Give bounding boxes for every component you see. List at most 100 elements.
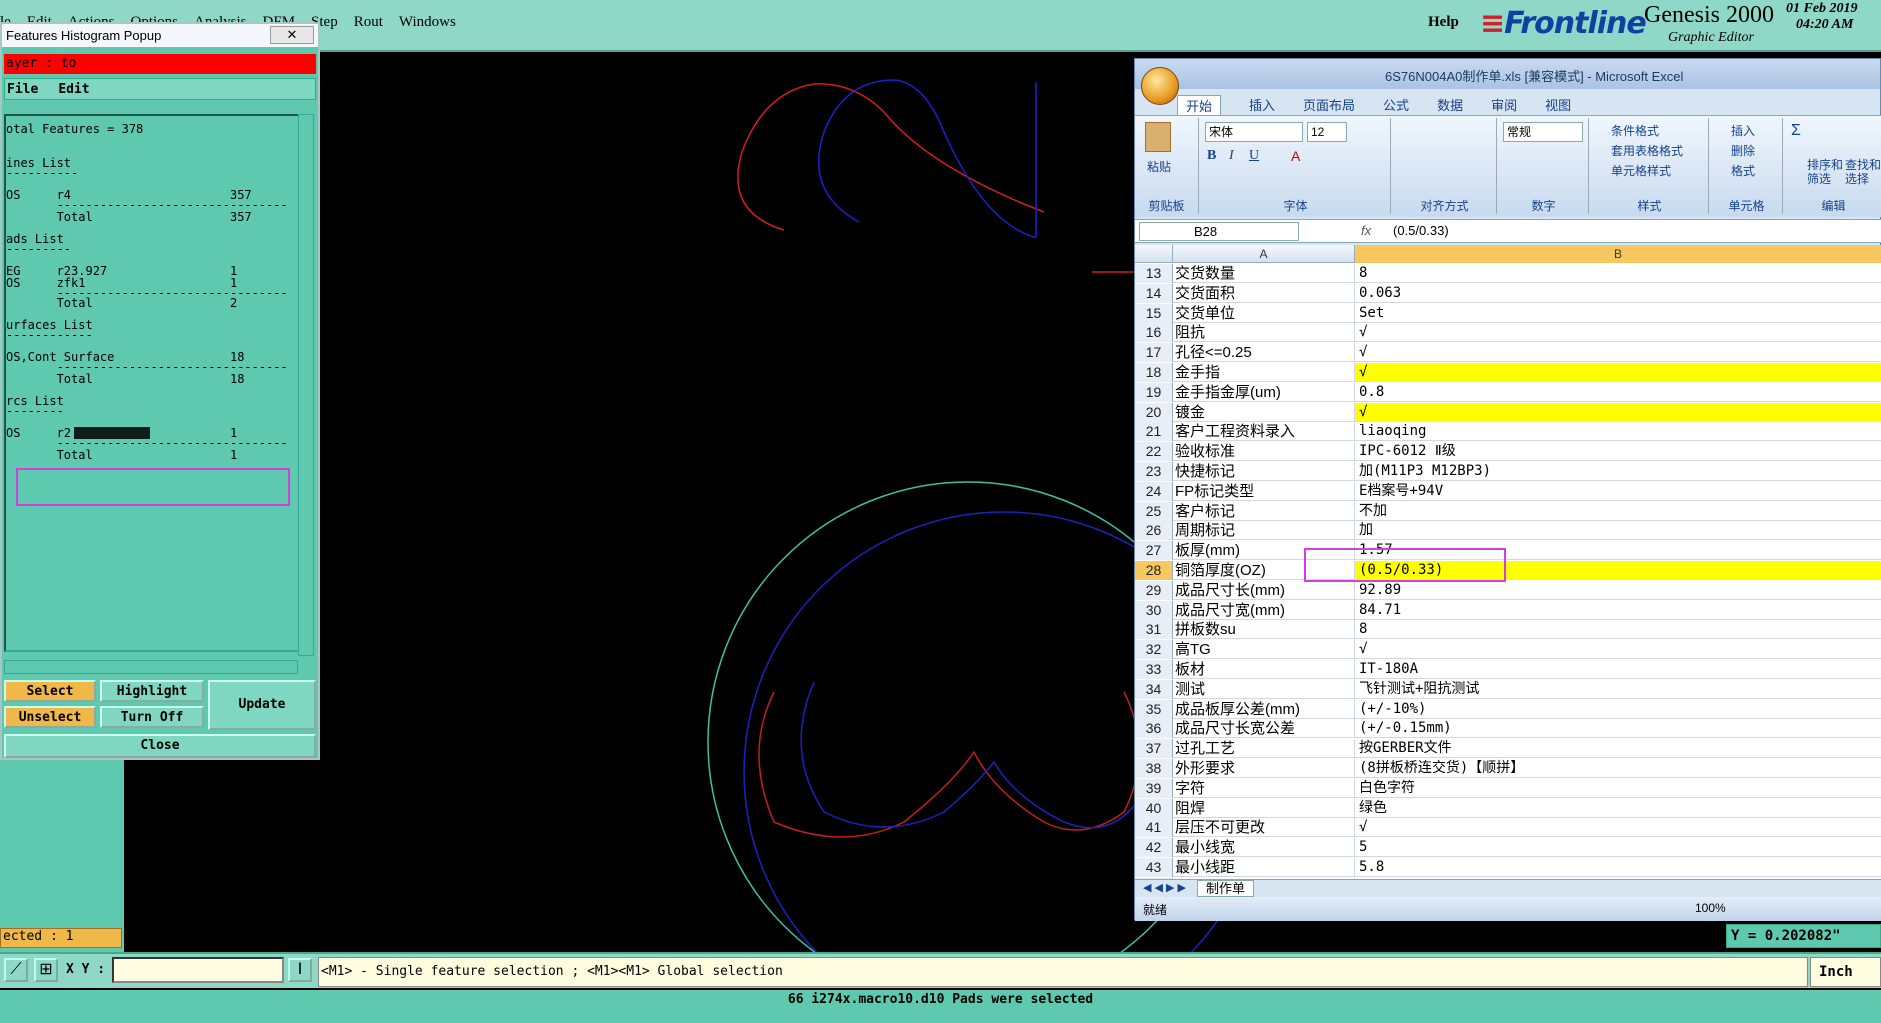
row-number[interactable]: 13 [1135,264,1173,283]
cell-b[interactable]: 5 [1355,838,1881,857]
cell-b[interactable]: (0.5/0.33) [1355,561,1881,580]
cell-b[interactable]: (+/-10%) [1355,700,1881,719]
cell-b[interactable]: √ [1355,363,1881,382]
cell-b[interactable]: 不加 [1355,502,1881,521]
number-format-select[interactable]: 常规 [1503,122,1583,142]
cell-a[interactable]: 最小线宽 [1173,838,1355,858]
underline-icon[interactable]: U [1249,148,1259,164]
cell-a[interactable]: 成品尺寸长宽公差 [1173,719,1355,739]
histogram-line[interactable]: -------- [6,404,64,418]
cell-a[interactable]: 交货数量 [1173,264,1355,283]
row-number[interactable]: 35 [1135,699,1173,719]
delete-cells-button[interactable]: 删除 [1731,142,1755,159]
cell-a[interactable]: 过孔工艺 [1173,739,1355,759]
grid-icon[interactable]: ⊞ [34,958,58,982]
row-number[interactable]: 40 [1135,798,1173,818]
row-number[interactable]: 23 [1135,462,1173,481]
cell-a[interactable]: 验收标准 [1173,442,1355,462]
paste-icon[interactable] [1145,122,1171,152]
unselect-button[interactable]: Unselect [4,706,96,728]
cell-b[interactable]: IT-180A [1355,660,1881,679]
row-number[interactable]: 37 [1135,739,1173,759]
histogram-line[interactable]: Total 357 [6,210,252,224]
row-number[interactable]: 26 [1135,521,1173,541]
popup-close-button[interactable]: ✕ [270,26,314,44]
cell-a[interactable]: FP标记类型 [1173,481,1355,501]
row-number[interactable]: 22 [1135,442,1173,462]
histogram-line[interactable]: ------------ [6,328,93,342]
table-format-button[interactable]: 套用表格格式 [1611,142,1683,159]
cell-b[interactable]: √ [1355,818,1881,837]
tab-formulas[interactable]: 公式 [1383,95,1409,115]
fx-icon[interactable]: fx [1361,223,1371,238]
row-number[interactable]: 32 [1135,640,1173,660]
histogram-line[interactable]: --------- [6,242,71,256]
horizontal-scrollbar[interactable] [4,660,298,674]
sheet-nav-icons[interactable]: ◀ ◀ ▶ ▶ [1143,881,1186,894]
update-button[interactable]: Update [208,680,316,730]
cell-b[interactable]: liaoqing [1355,422,1881,441]
autosum-icon[interactable]: Σ [1791,122,1801,140]
spreadsheet-grid[interactable]: A B 13 交货数量 8 14 交货面积 0.063 15 交货单位 Set 16 阻抗 √ 17 孔径… [1135,245,1881,879]
cell-b[interactable]: 92.89 [1355,581,1881,600]
row-number[interactable]: 28 [1135,561,1173,580]
cell-a[interactable]: 成品板厚公差(mm) [1173,699,1355,719]
cell-b[interactable]: √ [1355,343,1881,362]
select-all-corner[interactable] [1135,245,1173,263]
cell-b[interactable]: 按GERBER文件 [1355,739,1881,758]
row-number[interactable]: 29 [1135,580,1173,600]
cell-a[interactable]: 板材 [1173,660,1355,679]
font-size-select[interactable]: 12 [1307,122,1347,142]
highlight-button[interactable]: Highlight [100,680,204,702]
cell-a[interactable]: 交货单位 [1173,303,1355,323]
cell-a[interactable]: 客户工程资料录入 [1173,422,1355,442]
row-number[interactable]: 21 [1135,422,1173,442]
cell-b[interactable]: 加(M11P3 M12BP3) [1355,462,1881,481]
row-number[interactable]: 42 [1135,838,1173,858]
cell-b[interactable]: 绿色 [1355,799,1881,818]
cell-b[interactable]: Set [1355,304,1881,323]
row-number[interactable]: 17 [1135,343,1173,363]
popup-menu-file[interactable]: File [7,82,38,97]
cell-a[interactable]: 金手指 [1173,363,1355,382]
cell-a[interactable]: 镀金 [1173,402,1355,422]
zoom-level[interactable]: 100% [1695,901,1726,915]
cell-b[interactable]: 1.57 [1355,541,1881,560]
cell-a[interactable]: 高TG [1173,640,1355,660]
tab-insert[interactable]: 插入 [1249,95,1275,115]
cell-a[interactable]: 客户标记 [1173,501,1355,521]
info-icon[interactable]: Ⅰ [288,958,312,982]
column-header-a[interactable]: A [1173,245,1355,263]
office-button[interactable] [1141,67,1179,105]
cell-a[interactable]: 铜箔厚度(OZ) [1173,561,1355,580]
cell-a[interactable]: 周期标记 [1173,521,1355,541]
cell-b[interactable]: 8 [1355,620,1881,639]
paste-label[interactable]: 粘贴 [1147,158,1171,175]
cell-a[interactable]: 阻焊 [1173,798,1355,818]
row-number[interactable]: 24 [1135,481,1173,501]
cell-b[interactable]: 0.8 [1355,383,1881,402]
conditional-format-button[interactable]: 条件格式 [1611,122,1659,139]
cell-a[interactable]: 交货面积 [1173,283,1355,303]
cell-b[interactable]: 飞针测试+阻抗测试 [1355,680,1881,699]
sort-filter-button[interactable]: 排序和 筛选 [1807,158,1843,186]
row-number[interactable]: 30 [1135,600,1173,620]
menu-windows[interactable]: Windows [399,14,456,36]
row-number[interactable]: 34 [1135,679,1173,699]
menu-help[interactable]: Help [1428,14,1459,31]
histogram-line[interactable]: otal Features = 378 [6,122,143,136]
vertical-scrollbar[interactable] [298,114,314,656]
tab-view[interactable]: 视图 [1545,95,1571,115]
tab-page-layout[interactable]: 页面布局 [1303,95,1355,115]
xy-input[interactable] [112,957,284,983]
cell-b[interactable]: 加 [1355,521,1881,540]
tab-home[interactable]: 开始 [1177,95,1222,115]
select-button[interactable]: Select [4,680,96,702]
formula-input[interactable]: (0.5/0.33) [1393,223,1449,238]
cell-a[interactable]: 阻抗 [1173,323,1355,343]
turn-off-button[interactable]: Turn Off [100,706,204,728]
cell-b[interactable]: (8拼板桥连交货)【顺拼】 [1355,759,1881,778]
cell-a[interactable]: 孔径<=0.25 [1173,343,1355,363]
column-header-b[interactable]: B [1355,245,1881,263]
bold-icon[interactable]: B [1207,148,1216,164]
